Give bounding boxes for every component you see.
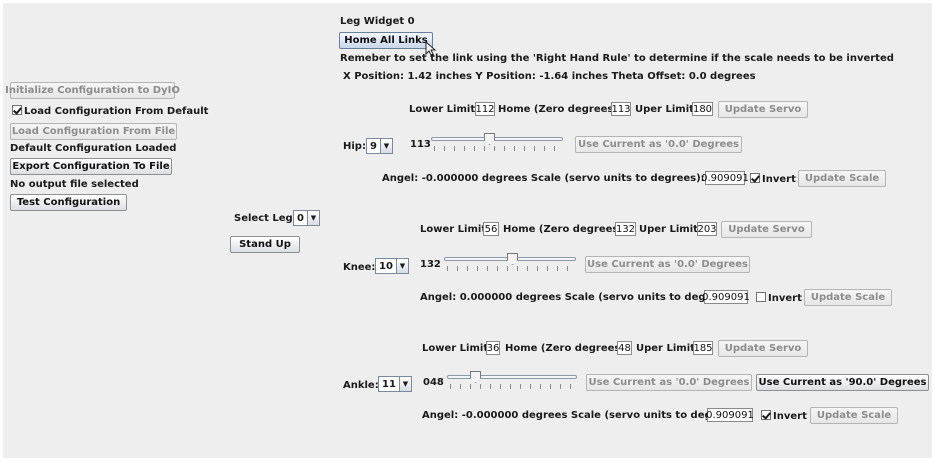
knee-invert-checkbox[interactable]: Invert bbox=[756, 292, 802, 305]
hip-slider-track bbox=[431, 137, 563, 141]
ankle-update-scale-button[interactable]: Update Scale bbox=[810, 407, 898, 424]
ankle-use-current-zero-button[interactable]: Use Current as '0.0' Degrees bbox=[586, 374, 752, 391]
ankle-slider[interactable] bbox=[447, 371, 577, 393]
application-window: Initialize Configuration to DyIO Load Co… bbox=[0, 0, 935, 463]
ankle-scale-field[interactable]: 0.909091 bbox=[706, 408, 754, 422]
ankle-update-servo-button[interactable]: Update Servo bbox=[718, 340, 808, 357]
knee-angel-text: Angel: 0.000000 degrees Scale (servo uni… bbox=[420, 292, 739, 303]
hip-lower-limit-label: Lower Limit: bbox=[409, 104, 480, 115]
hip-scale-field[interactable]: 0.909091 bbox=[701, 171, 749, 185]
hip-slider[interactable] bbox=[431, 133, 563, 155]
knee-update-servo-button[interactable]: Update Servo bbox=[721, 221, 812, 238]
chevron-down-icon[interactable]: ▼ bbox=[379, 139, 392, 153]
leg-widget-title: Leg Widget 0 bbox=[340, 16, 415, 27]
hip-upper-limit-label: Uper Limit: bbox=[635, 104, 698, 115]
knee-lower-limit-field[interactable]: 56 bbox=[483, 222, 499, 236]
ankle-slider-value: 048 bbox=[423, 377, 444, 388]
export-config-button[interactable]: Export Configuration To File bbox=[10, 158, 172, 175]
chevron-down-icon[interactable]: ▼ bbox=[306, 211, 319, 225]
knee-slider[interactable] bbox=[444, 253, 576, 275]
chevron-down-icon[interactable]: ▼ bbox=[398, 377, 411, 391]
knee-use-current-zero-button[interactable]: Use Current as '0.0' Degrees bbox=[585, 256, 750, 273]
hip-slider-value: 113 bbox=[410, 139, 431, 150]
ankle-invert-label: Invert bbox=[773, 411, 807, 422]
hip-invert-box[interactable] bbox=[750, 173, 760, 183]
ankle-angel-text: Angel: -0.000000 degrees Scale (servo un… bbox=[422, 410, 745, 421]
knee-upper-limit-field[interactable]: 203 bbox=[697, 222, 717, 236]
ankle-joint-label: Ankle: bbox=[343, 380, 379, 391]
ankle-lower-limit-field[interactable]: 36 bbox=[486, 341, 500, 355]
ankle-home-field[interactable]: 48 bbox=[617, 341, 632, 355]
hip-upper-limit-field[interactable]: 180 bbox=[692, 102, 713, 116]
load-config-file-button[interactable]: Load Configuration From File bbox=[10, 123, 177, 140]
chevron-down-icon[interactable]: ▼ bbox=[395, 259, 408, 273]
select-leg-value: 0 bbox=[297, 212, 304, 224]
ankle-upper-limit-field[interactable]: 185 bbox=[693, 341, 713, 355]
knee-slider-ticks bbox=[447, 266, 573, 271]
hip-invert-checkbox[interactable]: Invert bbox=[750, 173, 796, 186]
hip-update-scale-button[interactable]: Update Scale bbox=[798, 170, 886, 187]
hip-lower-limit-field[interactable]: 112 bbox=[475, 102, 495, 116]
ankle-lower-limit-label: Lower Limit: bbox=[422, 343, 493, 354]
load-default-label: Load Configuration From Default bbox=[24, 106, 209, 117]
load-default-checkbox[interactable]: Load Configuration From Default bbox=[12, 105, 208, 118]
select-leg-label: Select Leg: bbox=[234, 213, 297, 224]
knee-invert-box[interactable] bbox=[756, 292, 766, 302]
knee-joint-label: Knee: bbox=[343, 262, 376, 273]
hip-slider-thumb[interactable] bbox=[484, 133, 495, 145]
hip-channel-value: 9 bbox=[370, 140, 377, 152]
knee-upper-limit-label: Uper Limit: bbox=[639, 224, 702, 235]
ankle-use-current-ninety-button[interactable]: Use Current as '90.0' Degrees bbox=[756, 374, 929, 391]
ankle-invert-checkbox[interactable]: Invert bbox=[761, 410, 807, 423]
hip-joint-label: Hip: bbox=[343, 141, 366, 152]
knee-lower-limit-label: Lower Limit: bbox=[420, 224, 491, 235]
knee-slider-value: 132 bbox=[420, 259, 441, 270]
knee-update-scale-button[interactable]: Update Scale bbox=[804, 289, 892, 306]
knee-slider-thumb[interactable] bbox=[507, 253, 518, 265]
test-config-button[interactable]: Test Configuration bbox=[10, 194, 127, 211]
initialize-config-button[interactable]: Initialize Configuration to DyIO bbox=[5, 82, 180, 99]
ankle-slider-track bbox=[447, 375, 577, 379]
hip-update-servo-button[interactable]: Update Servo bbox=[718, 101, 808, 118]
knee-home-field[interactable]: 132 bbox=[615, 222, 636, 236]
ankle-slider-thumb[interactable] bbox=[470, 371, 481, 383]
stand-up-button[interactable]: Stand Up bbox=[230, 236, 300, 253]
knee-home-label: Home (Zero degrees): bbox=[503, 224, 627, 235]
config-status-text: Default Configuration Loaded bbox=[10, 143, 177, 154]
ankle-slider-ticks bbox=[450, 384, 574, 389]
hip-home-field[interactable]: 113 bbox=[611, 102, 631, 116]
ankle-channel-value: 11 bbox=[382, 378, 396, 390]
knee-channel-value: 10 bbox=[379, 260, 393, 272]
hip-invert-label: Invert bbox=[762, 174, 796, 185]
right-hand-rule-note: Remeber to set the link using the 'Right… bbox=[340, 53, 894, 64]
hip-home-label: Home (Zero degrees): bbox=[498, 104, 622, 115]
hip-slider-ticks bbox=[434, 146, 560, 151]
position-readout: X Position: 1.42 inches Y Position: -1.6… bbox=[343, 71, 756, 82]
knee-scale-field[interactable]: 0.909091 bbox=[702, 290, 750, 304]
ankle-invert-box[interactable] bbox=[761, 410, 771, 420]
ankle-home-label: Home (Zero degrees): bbox=[505, 343, 629, 354]
home-all-links-button[interactable]: Home All Links bbox=[339, 32, 433, 49]
ankle-channel-combo[interactable]: 11 ▼ bbox=[378, 376, 412, 392]
load-default-checkbox-box[interactable] bbox=[12, 105, 22, 115]
select-leg-combo[interactable]: 0 ▼ bbox=[293, 210, 320, 226]
knee-channel-combo[interactable]: 10 ▼ bbox=[375, 258, 409, 274]
knee-invert-label: Invert bbox=[768, 293, 802, 304]
hip-channel-combo[interactable]: 9 ▼ bbox=[366, 138, 393, 154]
ankle-upper-limit-label: Uper Limit: bbox=[636, 343, 699, 354]
hip-use-current-zero-button[interactable]: Use Current as '0.0' Degrees bbox=[575, 136, 742, 153]
hip-angel-text: Angel: -0.000000 degrees Scale (servo un… bbox=[382, 173, 705, 184]
output-file-status: No output file selected bbox=[10, 179, 139, 190]
